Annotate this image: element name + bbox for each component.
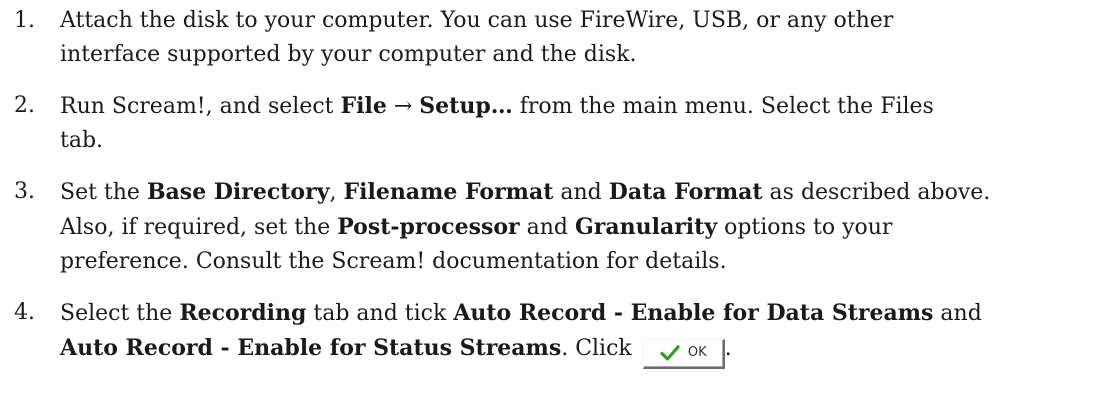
filename-format-term: Filename Format (343, 179, 554, 205)
auto-record-status-term: Auto Record - Enable for Status Streams (60, 335, 562, 361)
step-number: 2. (14, 93, 35, 118)
granularity-term: Granularity (574, 214, 718, 240)
step-number: 3. (14, 179, 35, 204)
step-text: and (519, 215, 575, 240)
arrow-separator: → (386, 94, 420, 119)
checkmark-icon (660, 345, 680, 361)
base-directory-term: Base Directory (146, 179, 330, 205)
step-text: as described above. (762, 180, 991, 205)
recording-tab-term: Recording (179, 300, 307, 326)
step-2-line-1: Run Scream!, and select File → Setup… fr… (60, 89, 1096, 124)
step-4: 4. Select the Recording tab and tick Aut… (0, 296, 1096, 369)
step-4-line-1: Select the Recording tab and tick Auto R… (60, 296, 1096, 331)
step-number: 4. (14, 300, 35, 325)
step-2: 2. Run Scream!, and select File → Setup…… (0, 89, 1096, 158)
ok-button-label: OK (687, 345, 707, 360)
menu-file-label: File (340, 93, 387, 119)
step-4-line-2: Auto Record - Enable for Status Streams.… (60, 331, 1096, 369)
step-text: Select the (60, 301, 180, 326)
step-text: Run Scream!, and select (60, 94, 341, 119)
step-1: 1. Attach the disk to your computer. You… (0, 0, 1096, 72)
data-format-term: Data Format (608, 179, 763, 205)
step-text: tab and tick (306, 301, 454, 326)
post-processor-term: Post-processor (337, 214, 520, 240)
step-text: Set the (60, 180, 147, 205)
step-3-line-2: Also, if required, set the Post-processo… (60, 210, 1096, 245)
step-text: and (553, 180, 609, 205)
ok-button[interactable]: OK (642, 338, 725, 369)
step-number: 1. (14, 8, 35, 33)
auto-record-data-term: Auto Record - Enable for Data Streams (453, 300, 934, 326)
step-text: . Click (561, 336, 639, 361)
menu-setup-label: Setup… (419, 93, 513, 119)
step-text: from the main menu. Select the Files (512, 94, 934, 119)
step-text: . (724, 336, 732, 361)
step-3: 3. Set the Base Directory, Filename Form… (0, 175, 1096, 279)
step-3-line-1: Set the Base Directory, Filename Format … (60, 175, 1096, 210)
step-text: options to your (717, 215, 893, 240)
step-text: and (933, 301, 982, 326)
step-2-line-2: tab. (60, 128, 104, 153)
step-3-line-3: preference. Consult the Scream! document… (60, 249, 727, 274)
instruction-list: 1. Attach the disk to your computer. You… (0, 0, 1096, 386)
step-text: Also, if required, set the (60, 215, 338, 240)
step-1-line-1: Attach the disk to your computer. You ca… (60, 8, 894, 33)
step-text: , (329, 180, 344, 205)
step-1-line-2: interface supported by your computer and… (60, 42, 637, 67)
